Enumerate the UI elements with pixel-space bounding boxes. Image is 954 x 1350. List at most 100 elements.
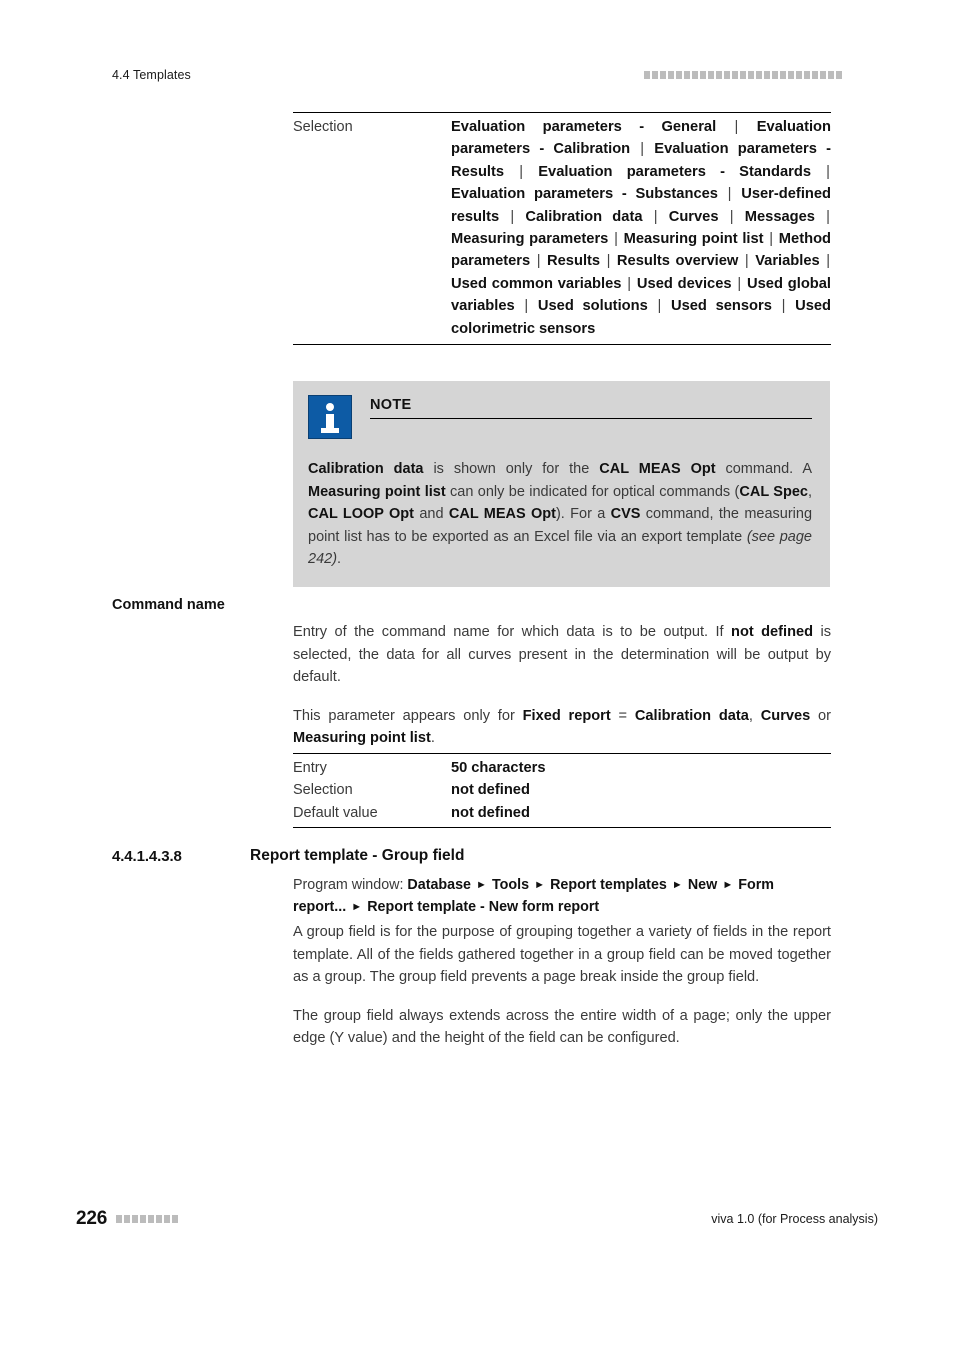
- option-separator: |: [643, 208, 668, 225]
- text-segment: CAL MEAS Opt: [448, 506, 556, 523]
- program-window-label: Program window:: [293, 877, 408, 893]
- section-number: 4.4.1.4.3.8: [112, 848, 182, 865]
- selection-option: Evaluation parameters - Standards: [538, 163, 811, 180]
- marker-square: [772, 71, 778, 79]
- text-segment: CAL LOOP Opt: [308, 506, 414, 523]
- marker-square: [812, 71, 818, 79]
- section-body-block: A group field is for the purpose of grou…: [293, 921, 831, 1050]
- marker-square: [732, 71, 738, 79]
- marker-square: [148, 1215, 155, 1223]
- marker-square: [780, 71, 786, 79]
- option-separator: |: [772, 298, 795, 315]
- text-segment: Entry of the command name for which data…: [293, 624, 732, 640]
- selection-option: Variables: [755, 253, 820, 270]
- program-window-block: Program window: Database ► Tools ► Repor…: [293, 874, 831, 918]
- marker-square: [124, 1215, 131, 1223]
- option-separator: |: [718, 186, 741, 203]
- text-segment: CAL MEAS Opt: [599, 461, 716, 477]
- info-icon-foot: [321, 428, 339, 433]
- parameter-label: Default value: [293, 804, 378, 821]
- option-separator: |: [601, 253, 616, 270]
- marker-square: [828, 71, 834, 79]
- table-row: Selection Evaluation parameters - Genera…: [293, 116, 831, 340]
- page-number: 226: [76, 1208, 108, 1229]
- option-separator: |: [815, 208, 830, 225]
- parameter-value: 50 characters: [451, 760, 546, 776]
- note-header: NOTE: [308, 395, 812, 439]
- marker-square: [684, 71, 690, 79]
- command-name-paragraph-1: Entry of the command name for which data…: [293, 621, 831, 689]
- selection-table: Selection Evaluation parameters - Genera…: [293, 112, 831, 346]
- table-row: Selection not defined: [293, 779, 831, 801]
- note-block: NOTE Calibration data is shown only for …: [293, 381, 831, 587]
- selection-option: Results overview: [616, 253, 739, 270]
- text-segment: Fixed report: [522, 707, 611, 724]
- marker-square: [756, 71, 762, 79]
- running-header: 4.4 Templates: [112, 68, 842, 82]
- selection-parameter-block: Selection Evaluation parameters - Genera…: [293, 112, 831, 346]
- marker-square: [820, 71, 826, 79]
- marker-square: [692, 71, 698, 79]
- running-header-title: 4.4 Templates: [112, 68, 191, 82]
- note-title: NOTE: [370, 397, 412, 413]
- text-segment: .: [337, 551, 342, 568]
- marginal-command-name: Command name: [112, 597, 225, 613]
- marker-square: [156, 1215, 163, 1223]
- marker-square: [804, 71, 810, 79]
- selection-option: Measuring parameters: [451, 231, 609, 248]
- marker-square: [172, 1215, 179, 1223]
- marker-square: [140, 1215, 147, 1223]
- text-segment: or: [810, 707, 832, 724]
- table-row: Entry 50 characters: [293, 757, 831, 779]
- marker-square: [748, 71, 754, 79]
- selection-option: Curves: [668, 208, 719, 225]
- command-name-block: Entry of the command name for which data…: [293, 621, 831, 750]
- text-segment: CAL Spec: [739, 483, 808, 500]
- parameter-value: not defined: [451, 782, 530, 799]
- marker-square: [764, 71, 770, 79]
- text-segment: command. A: [715, 461, 813, 477]
- marker-square: [164, 1215, 171, 1223]
- selection-option: Used devices: [636, 275, 732, 292]
- text-segment: Curves: [760, 707, 811, 724]
- option-separator: |: [739, 253, 755, 270]
- text-segment: ,: [807, 483, 812, 500]
- marker-square: [676, 71, 682, 79]
- text-segment: .: [430, 730, 435, 746]
- marker-square: [796, 71, 802, 79]
- marker-square: [716, 71, 722, 79]
- footer-product: viva 1.0 (for Process analysis): [711, 1212, 878, 1226]
- info-icon-dot: [326, 403, 334, 411]
- selection-option: Calibration data: [525, 208, 643, 225]
- option-separator: |: [764, 231, 778, 248]
- option-separator: |: [531, 253, 547, 270]
- selection-option: Messages: [744, 208, 815, 225]
- breadcrumb-arrow-icon: ►: [531, 879, 549, 891]
- entry-parameter-block: Entry 50 characters Selection not defined De…: [293, 753, 831, 829]
- option-separator: |: [717, 119, 756, 135]
- text-segment: ,: [748, 707, 761, 724]
- selection-option: Evaluation parameters - General: [451, 119, 717, 135]
- marker-square: [668, 71, 674, 79]
- breadcrumb-item: Report template - New form report: [367, 899, 600, 915]
- text-segment: This parameter appears only for: [293, 707, 523, 724]
- marker-square: [708, 71, 714, 79]
- note-rule: [370, 418, 812, 419]
- text-segment: Calibration data: [308, 461, 424, 477]
- footer-left: 226: [76, 1208, 179, 1230]
- breadcrumb: Program window: Database ► Tools ► Repor…: [293, 874, 831, 918]
- breadcrumb-arrow-icon: ►: [719, 879, 737, 891]
- note-box: NOTE Calibration data is shown only for …: [293, 381, 830, 587]
- selection-option: Evaluation parameters - Substances: [451, 186, 718, 203]
- marker-square: [788, 71, 794, 79]
- breadcrumb-item: New: [687, 877, 718, 893]
- text-segment: Measuring point list: [308, 483, 446, 500]
- selection-option: Results: [547, 253, 601, 270]
- option-separator: |: [812, 163, 831, 180]
- text-segment: and: [414, 506, 449, 523]
- breadcrumb-item: Database: [407, 877, 471, 893]
- command-name-paragraph-2: This parameter appears only for Fixed re…: [293, 705, 831, 750]
- marker-square: [700, 71, 706, 79]
- option-separator: |: [505, 163, 538, 180]
- selection-row-label: Selection: [293, 119, 353, 135]
